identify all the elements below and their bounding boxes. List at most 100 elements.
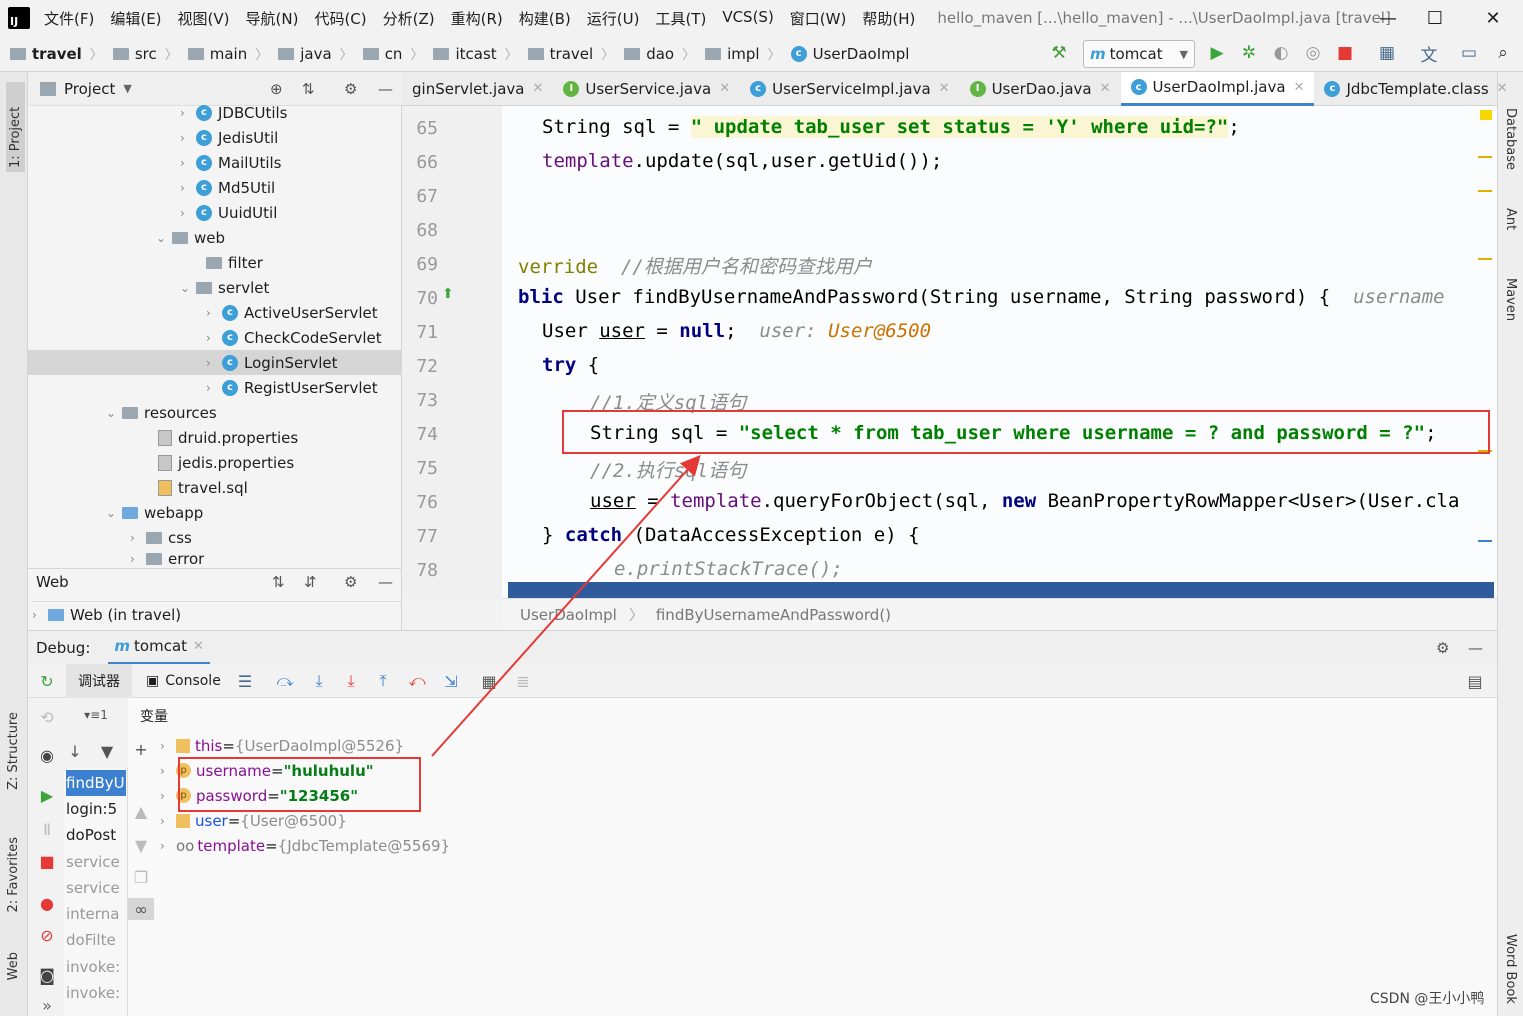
tab-userservice[interactable]: I UserService.java ✕ xyxy=(553,72,740,106)
breadcrumb-travel-pkg[interactable]: travel 〉 xyxy=(527,44,614,63)
breadcrumb-cn[interactable]: cn 〉 xyxy=(362,44,423,63)
gear-icon[interactable]: ⚙ xyxy=(1436,639,1449,657)
minimize-icon[interactable]: — xyxy=(1363,0,1413,36)
menu-code[interactable]: 代码(C) xyxy=(314,8,366,29)
tree-item-activeuserservlet[interactable]: › c ActiveUserServlet xyxy=(206,300,378,325)
threads-dropdown[interactable]: ▾≡1 xyxy=(64,698,128,732)
tab-userdaoimpl[interactable]: c UserDaoImpl.java ✕ xyxy=(1120,71,1315,106)
tool-window-favorites[interactable]: 2: Favorites xyxy=(6,837,21,913)
arrow-down-icon[interactable]: ▼ xyxy=(130,834,152,856)
layout-settings-icon[interactable]: ▤ xyxy=(1464,670,1486,692)
profile-icon[interactable]: ◎ xyxy=(1302,42,1324,64)
breadcrumb-userdaoimpl[interactable]: c UserDaoImpl xyxy=(790,45,909,63)
menu-refactor[interactable]: 重构(R) xyxy=(451,8,503,29)
run-to-cursor-icon[interactable]: ⇲ xyxy=(440,670,462,692)
tab-console[interactable]: ▣ Console xyxy=(146,664,221,698)
implements-marker-icon[interactable]: ⬆ xyxy=(442,286,454,302)
tree-item-filter[interactable]: filter xyxy=(190,250,263,275)
menu-tools[interactable]: 工具(T) xyxy=(655,8,706,29)
tree-item-checkcodeservlet[interactable]: › c CheckCodeServlet xyxy=(206,325,382,350)
toggle-window-icon[interactable]: ▭ xyxy=(1458,42,1480,64)
new-watch-icon[interactable]: + xyxy=(130,738,152,760)
tree-item-registuserservlet[interactable]: › c RegistUserServlet xyxy=(206,375,378,400)
coverage-icon[interactable]: ◐ xyxy=(1270,42,1292,64)
copy-icon[interactable]: ❐ xyxy=(130,866,152,888)
more-icon[interactable]: » xyxy=(36,994,58,1016)
breadcrumb-dao[interactable]: dao 〉 xyxy=(624,44,695,63)
arrow-up-icon[interactable]: ▲ xyxy=(130,800,152,822)
tab-userdao[interactable]: I UserDao.java ✕ xyxy=(960,72,1121,106)
hide-icon[interactable]: — xyxy=(378,80,393,98)
project-structure-icon[interactable]: ▦ xyxy=(1376,42,1398,64)
warning-marker-icon[interactable] xyxy=(1480,110,1492,120)
menu-window[interactable]: 窗口(W) xyxy=(790,8,847,29)
run-icon[interactable]: ▶ xyxy=(1206,42,1228,64)
show-watches-icon[interactable]: ∞ xyxy=(128,898,154,920)
menu-analyze[interactable]: 分析(Z) xyxy=(383,8,435,29)
expand-all-icon[interactable]: ⇅ xyxy=(272,573,285,591)
locate-icon[interactable]: ⊕ xyxy=(270,80,283,98)
close-tab-icon[interactable]: ✕ xyxy=(532,81,543,96)
tree-item-jedis-properties[interactable]: jedis.properties xyxy=(158,450,294,475)
menu-navigate[interactable]: 导航(N) xyxy=(246,8,299,29)
variable-template[interactable]: › oo template = {JdbcTemplate@5569} xyxy=(160,833,450,858)
frame-item[interactable]: doPost xyxy=(66,822,126,848)
view-breakpoints-eye-icon[interactable]: ◉ xyxy=(36,744,58,766)
gear-icon[interactable]: ⚙ xyxy=(344,80,357,98)
breadcrumb-itcast[interactable]: itcast 〉 xyxy=(433,44,518,63)
breadcrumb-impl[interactable]: impl 〉 xyxy=(705,44,781,63)
stop-icon[interactable]: ■ xyxy=(1334,42,1356,64)
frame-item-selected[interactable]: findByU xyxy=(66,770,126,796)
tool-window-word-book[interactable]: Word Book xyxy=(1503,934,1518,1004)
collapse-all-icon[interactable]: ⇅ xyxy=(302,80,315,98)
tab-jdbctemplate[interactable]: c JdbcTemplate.class ✕ xyxy=(1314,72,1517,106)
tree-item-loginservlet[interactable]: › c LoginServlet xyxy=(206,350,338,375)
variable-this[interactable]: › this = {UserDaoImpl@5526} xyxy=(160,733,404,758)
tab-userserviceimpl[interactable]: c UserServiceImpl.java ✕ xyxy=(740,72,959,106)
tool-window-project[interactable]: 1: Project xyxy=(6,82,25,172)
run-config-select[interactable]: m tomcat ▼ xyxy=(1083,40,1195,68)
tab-overflow-menu[interactable]: ≡2 xyxy=(1518,72,1523,106)
breadcrumb-java[interactable]: java 〉 xyxy=(278,44,353,63)
project-panel-title[interactable]: Project xyxy=(64,80,115,98)
tree-item-error[interactable]: › error xyxy=(130,550,204,568)
stripe-marker[interactable] xyxy=(1478,190,1492,192)
tree-item-resources[interactable]: ⌄ resources xyxy=(106,400,217,425)
breadcrumb-src[interactable]: src 〉 xyxy=(112,44,178,63)
breadcrumb-class[interactable]: UserDaoImpl xyxy=(520,606,617,624)
chevron-down-icon[interactable]: ▼ xyxy=(123,82,131,95)
tool-window-ant[interactable]: Ant xyxy=(1503,208,1518,230)
close-tab-icon[interactable]: ✕ xyxy=(193,639,204,654)
tree-item-druid-properties[interactable]: druid.properties xyxy=(158,425,298,450)
translate-icon[interactable]: 文 xyxy=(1418,42,1440,66)
menu-view[interactable]: 视图(V) xyxy=(178,8,230,29)
stripe-marker[interactable] xyxy=(1478,540,1492,542)
debug-icon[interactable]: ✲ xyxy=(1238,42,1260,64)
resume-program-icon[interactable]: ▶ xyxy=(36,784,58,806)
mute-breakpoints-icon[interactable]: ⊘ xyxy=(36,924,58,946)
debug-session-tab[interactable]: m tomcat ✕ xyxy=(108,631,210,665)
menu-build[interactable]: 构建(B) xyxy=(519,8,571,29)
tree-item-jdbcutils[interactable]: › c JDBCUtils xyxy=(180,100,288,125)
menu-file[interactable]: 文件(F) xyxy=(44,8,94,29)
gear-icon[interactable]: ⚙ xyxy=(344,573,357,591)
breadcrumb-travel[interactable]: travel 〉 xyxy=(10,44,103,63)
tree-item-css[interactable]: › css xyxy=(130,525,192,550)
menu-help[interactable]: 帮助(H) xyxy=(862,8,915,29)
tab-debugger[interactable]: 调试器 xyxy=(66,664,132,698)
tree-item-mailutils[interactable]: › c MailUtils xyxy=(180,150,281,175)
hide-icon[interactable]: — xyxy=(378,573,393,591)
tree-item-web[interactable]: ⌄ web xyxy=(156,225,225,250)
step-into-icon[interactable]: ⤓ xyxy=(308,670,330,692)
stripe-marker[interactable] xyxy=(1478,258,1492,260)
tool-window-web[interactable]: Web xyxy=(6,952,21,980)
hide-icon[interactable]: — xyxy=(1468,639,1483,657)
tree-item-servlet[interactable]: ⌄ servlet xyxy=(180,275,269,300)
tab-loginservlet[interactable]: ginServlet.java ✕ xyxy=(402,72,553,106)
search-icon[interactable]: ⌕ xyxy=(1492,42,1514,64)
collapse-all-icon[interactable]: ⇵ xyxy=(304,573,317,591)
close-tab-icon[interactable]: ✕ xyxy=(719,81,730,96)
breadcrumb-method[interactable]: findByUsernameAndPassword() xyxy=(656,606,891,624)
frame-item[interactable]: doFilte xyxy=(66,927,126,953)
show-execution-point-icon[interactable]: ☰ xyxy=(234,670,256,692)
